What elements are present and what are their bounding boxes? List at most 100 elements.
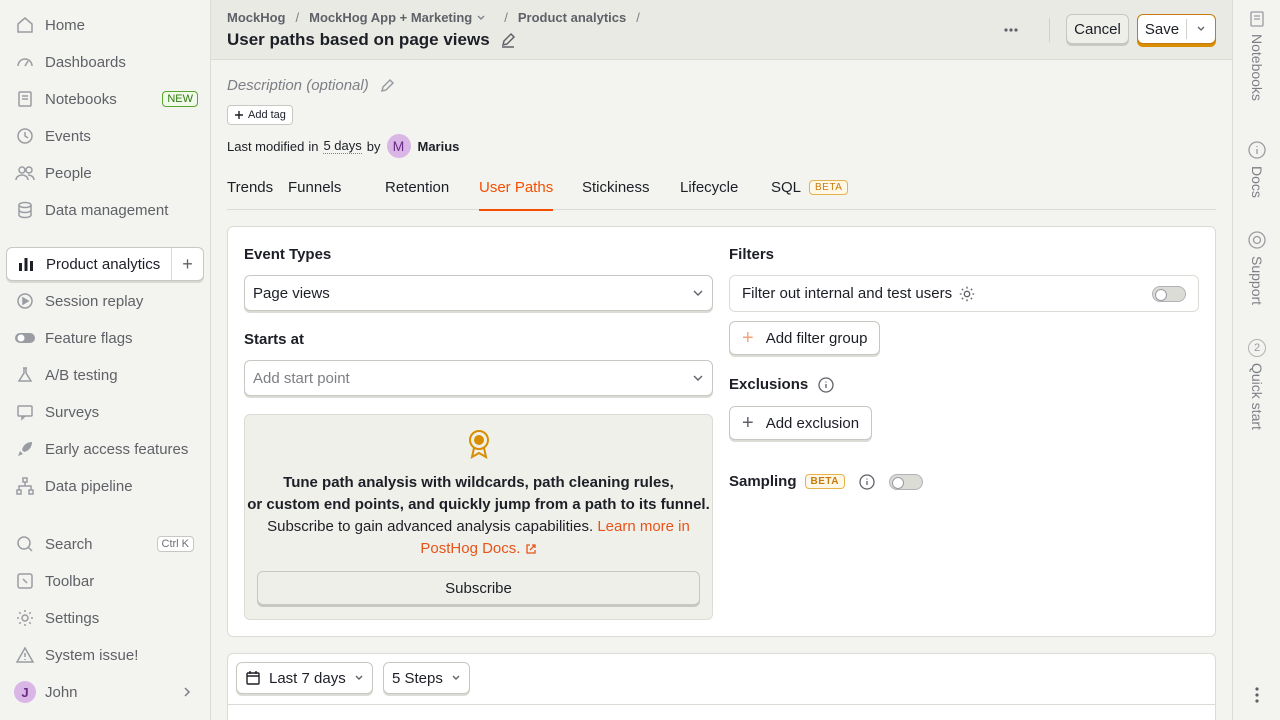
sidebar-item-system-issue[interactable]: System issue! [6,638,204,672]
steps-value: 5 Steps [392,669,443,687]
sidebar-item-data-management[interactable]: Data management [6,193,204,227]
pencil-icon[interactable] [500,32,516,48]
sidebar-item-toolbar[interactable]: Toolbar [6,564,204,598]
bar-chart-icon [15,253,37,275]
event-types-select[interactable]: Page views [244,275,713,311]
docs-link[interactable]: PostHog Docs. [420,540,520,557]
search-icon [14,533,36,555]
sidebar-item-label: A/B testing [45,366,118,384]
sidebar-item-events[interactable]: Events [6,119,204,153]
more-options-icon[interactable] [1003,18,1019,42]
sidebar-item-data-pipeline[interactable]: Data pipeline [6,469,204,503]
replay-icon [14,290,36,312]
sidebar-item-session-replay[interactable]: Session replay [6,284,204,318]
sidebar-item-feature-flags[interactable]: Feature flags [6,321,204,355]
rail-docs[interactable]: Docs [1233,140,1280,198]
add-tag-button[interactable]: Add tag [227,105,293,125]
insight-type-tabs: Trends Funnels Retention User Paths Stic… [227,171,1216,211]
chevron-down-icon [354,674,364,682]
sidebar-item-label: Product analytics [46,255,161,273]
author-name: Marius [417,138,460,154]
tab-retention[interactable]: Retention [385,179,449,196]
sidebar-item-surveys[interactable]: Surveys [6,395,204,429]
event-types-value: Page views [253,284,330,302]
sidebar-item-label: Home [45,16,86,34]
chevron-down-icon[interactable] [476,14,486,22]
sidebar-item-home[interactable]: Home [6,8,204,42]
gear-icon [14,607,36,629]
sidebar-item-people[interactable]: People [6,156,204,190]
tab-label: Lifecycle [680,179,739,196]
left-sidebar: Home Dashboards Notebooks NEW Events Peo… [0,0,211,720]
add-filter-group-button[interactable]: + Add filter group [729,321,881,355]
chevron-down-icon[interactable] [1187,25,1215,33]
tab-trends[interactable]: Trends [227,179,273,196]
rail-quick-start[interactable]: 2 Quick start [1233,339,1280,430]
gear-icon[interactable] [958,285,976,303]
exclusions-heading: Exclusions [729,376,834,393]
date-range-select[interactable]: Last 7 days [236,662,373,694]
info-icon[interactable] [859,473,875,490]
sidebar-item-label: Surveys [45,403,100,421]
breadcrumb-separator: / [636,10,640,25]
add-exclusion-button[interactable]: + Add exclusion [729,406,873,440]
breadcrumb: MockHog / MockHog App + Marketing / Prod… [227,10,650,25]
tab-funnels[interactable]: Funnels [288,179,341,196]
sidebar-item-label: Feature flags [45,329,133,347]
sidebar-item-label: Session replay [45,292,144,310]
starts-at-label: Starts at [244,331,305,348]
upsell-headline-1: Tune path analysis with wildcards, path … [283,474,674,491]
add-exclusion-label: Add exclusion [765,414,860,432]
database-icon [14,199,36,221]
tab-user-paths[interactable]: User Paths [479,179,554,211]
sidebar-item-product-analytics[interactable]: Product analytics + [6,247,204,281]
info-icon[interactable] [818,376,834,393]
sidebar-item-early-access[interactable]: Early access features [6,432,204,466]
breadcrumb-project[interactable]: MockHog App + Marketing [309,10,472,25]
page-title-text: User paths based on page views [227,30,490,49]
breadcrumb-section[interactable]: Product analytics [518,10,626,25]
page-title: User paths based on page views [227,30,516,50]
sidebar-item-label: Data pipeline [45,477,133,495]
sidebar-item-label: System issue! [45,646,139,664]
cancel-button[interactable]: Cancel [1066,14,1129,44]
description-field[interactable]: Description (optional) [227,77,395,94]
pencil-icon[interactable] [379,78,395,94]
new-insight-button[interactable]: + [171,248,203,280]
sidebar-item-settings[interactable]: Settings [6,601,204,635]
avatar: J [14,681,36,703]
sidebar-item-label: Dashboards [45,53,126,71]
tab-label: SQL [771,179,802,196]
docs-link[interactable]: Learn more in [597,518,690,535]
rail-notebooks[interactable]: Notebooks [1233,10,1280,101]
upsell-panel: Tune path analysis with wildcards, path … [244,414,713,620]
sampling-toggle[interactable] [889,473,923,490]
notebook-icon [1248,10,1266,28]
tab-stickiness[interactable]: Stickiness [582,179,650,196]
survey-icon [14,401,36,423]
description-placeholder: Description (optional) [227,77,369,94]
rail-more-icon[interactable] [1233,686,1280,704]
date-range-value: Last 7 days [269,669,346,687]
sidebar-item-dashboards[interactable]: Dashboards [6,45,204,79]
rail-label: Quick start [1249,363,1265,430]
steps-select[interactable]: 5 Steps [383,662,470,694]
sidebar-item-search[interactable]: Search Ctrl K [6,527,204,561]
subscribe-button[interactable]: Subscribe [257,571,700,605]
sidebar-item-notebooks[interactable]: Notebooks NEW [6,82,204,116]
start-point-select[interactable]: Add start point [244,360,713,396]
chevron-down-icon [692,289,704,297]
rail-support[interactable]: Support [1233,230,1280,305]
filter-internal-label: Filter out internal and test users [742,285,953,302]
sidebar-item-label: Events [45,127,91,145]
tab-sql[interactable]: SQL BETA [771,179,849,196]
breadcrumb-org[interactable]: MockHog [227,10,286,25]
chevron-right-icon [182,686,192,698]
sidebar-item-account[interactable]: J John [6,675,204,709]
save-button[interactable]: Save [1137,14,1216,44]
tab-lifecycle[interactable]: Lifecycle [680,179,738,196]
sidebar-item-ab-testing[interactable]: A/B testing [6,358,204,392]
plus-icon: + [742,412,754,434]
start-point-placeholder: Add start point [253,369,350,387]
filter-internal-toggle[interactable] [1152,285,1186,302]
